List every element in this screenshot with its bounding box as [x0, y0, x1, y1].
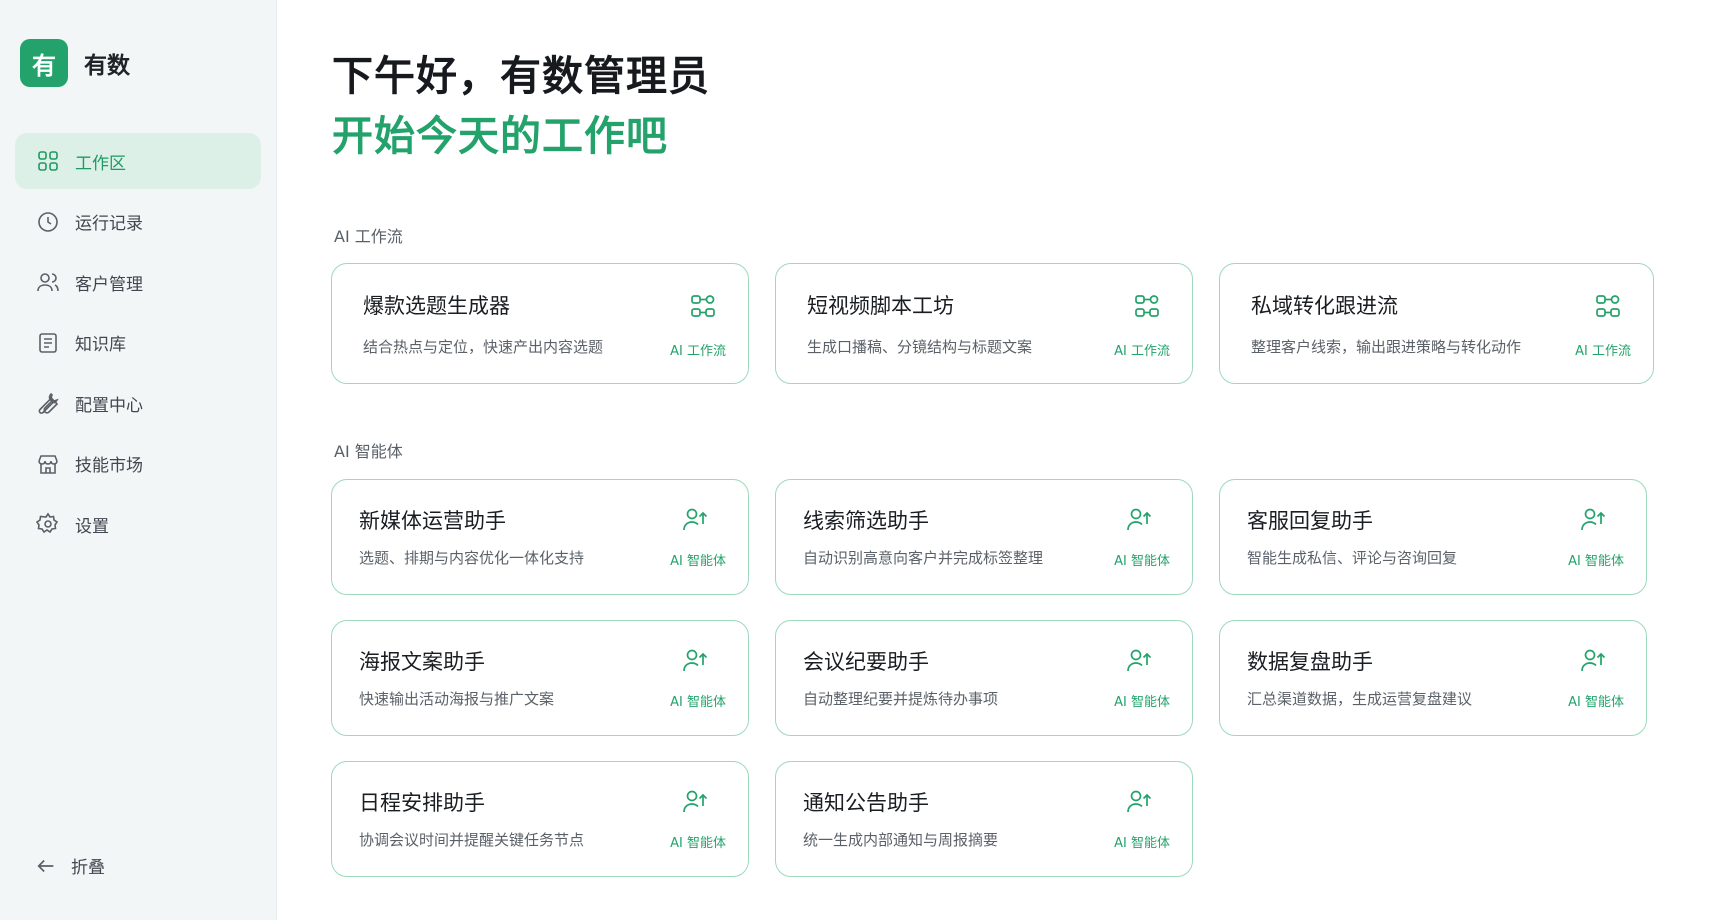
agent-user-icon: [1124, 504, 1154, 534]
clock-icon: [35, 209, 61, 235]
card-type-tag: AI 工作流: [670, 344, 726, 359]
card-title: 通知公告助手: [803, 791, 929, 815]
agent-card[interactable]: 海报文案助手快速输出活动海报与推广文案 AI 智能体: [331, 620, 749, 736]
agent-user-icon: [1124, 645, 1154, 675]
card-title: 新媒体运营助手: [359, 509, 506, 533]
gear-icon: [35, 511, 61, 537]
sidebar-item-label: 工作区: [75, 153, 126, 174]
card-description: 汇总渠道数据，生成运营复盘建议: [1247, 690, 1473, 708]
sidebar-item-label: 客户管理: [75, 274, 143, 295]
card-description: 自动整理纪要并提炼待办事项: [803, 690, 999, 708]
sidebar-nav: 工作区 运行记录 客户管理 知识库 配置中心 技能市场 设置: [15, 133, 261, 557]
users-icon: [35, 269, 61, 295]
workflow-icon: [688, 291, 718, 321]
brand[interactable]: 有 有数: [20, 39, 130, 87]
sidebar-item-config-center[interactable]: 配置中心: [15, 375, 261, 431]
collapse-label: 折叠: [71, 858, 105, 878]
agent-card[interactable]: 会议纪要助手自动整理纪要并提炼待办事项 AI 智能体: [775, 620, 1193, 736]
card-description: 协调会议时间并提醒关键任务节点: [359, 831, 585, 849]
sidebar-item-run-history[interactable]: 运行记录: [15, 194, 261, 250]
document-icon: [35, 330, 61, 356]
main-content: 下午好，有数管理员 开始今天的工作吧 AI 工作流 爆款选题生成器结合热点与定位…: [277, 0, 1710, 920]
agent-user-icon: [680, 645, 710, 675]
workflow-card[interactable]: 短视频脚本工坊生成口播稿、分镜结构与标题文案 AI 工作流: [775, 263, 1193, 384]
card-title: 数据复盘助手: [1247, 650, 1373, 674]
workflow-icon: [1132, 291, 1162, 321]
card-description: 整理客户线索，输出跟进策略与转化动作: [1251, 338, 1522, 356]
sidebar: 有 有数 工作区 运行记录 客户管理 知识库 配置中心 技能市场 设置 折叠: [0, 0, 277, 920]
sidebar-item-label: 知识库: [75, 335, 126, 355]
card-type-tag: AI 智能体: [1568, 554, 1624, 569]
workflow-card[interactable]: 爆款选题生成器结合热点与定位，快速产出内容选题 AI 工作流: [331, 263, 749, 384]
card-title: 日程安排助手: [359, 791, 485, 815]
agent-card[interactable]: 日程安排助手协调会议时间并提醒关键任务节点 AI 智能体: [331, 761, 749, 877]
sidebar-item-label: 设置: [75, 516, 109, 537]
card-type-tag: AI 智能体: [1114, 836, 1170, 851]
card-description: 结合热点与定位，快速产出内容选题: [363, 338, 604, 356]
card-type-tag: AI 智能体: [670, 836, 726, 851]
card-title: 客服回复助手: [1247, 509, 1373, 533]
page-title: 下午好，有数管理员: [332, 52, 710, 100]
workflow-card[interactable]: 私域转化跟进流整理客户线索，输出跟进策略与转化动作 AI 工作流: [1219, 263, 1654, 384]
collapse-button[interactable]: 折叠: [35, 853, 105, 878]
section-title-agents: AI 智能体: [334, 442, 403, 461]
agent-user-icon: [680, 786, 710, 816]
sidebar-item-settings[interactable]: 设置: [15, 496, 261, 552]
brand-logo: 有: [20, 39, 68, 87]
card-title: 私域转化跟进流: [1251, 294, 1398, 318]
arrow-left-icon: [37, 859, 54, 872]
card-type-tag: AI 智能体: [1568, 695, 1624, 710]
agent-user-icon: [680, 504, 710, 534]
agent-user-icon: [1578, 645, 1608, 675]
grid-icon: [35, 148, 61, 174]
card-description: 快速输出活动海报与推广文案: [359, 690, 555, 708]
card-title: 短视频脚本工坊: [807, 294, 954, 318]
sidebar-item-knowledge-base[interactable]: 知识库: [15, 315, 261, 371]
card-description: 统一生成内部通知与周报摘要: [803, 831, 999, 849]
agent-user-icon: [1124, 786, 1154, 816]
sidebar-item-label: 技能市场: [75, 456, 143, 476]
card-type-tag: AI 智能体: [670, 695, 726, 710]
card-description: 生成口播稿、分镜结构与标题文案: [807, 338, 1033, 356]
page-subtitle: 开始今天的工作吧: [332, 112, 668, 160]
agent-card[interactable]: 新媒体运营助手选题、排期与内容优化一体化支持 AI 智能体: [331, 479, 749, 595]
card-type-tag: AI 智能体: [1114, 554, 1170, 569]
card-description: 自动识别高意向客户并完成标签整理: [803, 549, 1044, 567]
sidebar-item-customers[interactable]: 客户管理: [15, 254, 261, 310]
card-title: 海报文案助手: [359, 650, 485, 674]
agent-card[interactable]: 客服回复助手智能生成私信、评论与咨询回复 AI 智能体: [1219, 479, 1647, 595]
card-type-tag: AI 工作流: [1114, 344, 1170, 359]
card-title: 线索筛选助手: [803, 509, 929, 533]
workflow-icon: [1593, 291, 1623, 321]
agent-card[interactable]: 线索筛选助手自动识别高意向客户并完成标签整理 AI 智能体: [775, 479, 1193, 595]
agent-user-icon: [1578, 504, 1608, 534]
card-description: 智能生成私信、评论与咨询回复: [1247, 549, 1458, 567]
card-description: 选题、排期与内容优化一体化支持: [359, 549, 585, 567]
wrench-icon: [35, 390, 61, 416]
sidebar-item-workspace[interactable]: 工作区: [15, 133, 261, 189]
card-type-tag: AI 智能体: [1114, 695, 1170, 710]
agent-card[interactable]: 数据复盘助手汇总渠道数据，生成运营复盘建议 AI 智能体: [1219, 620, 1647, 736]
sidebar-item-skill-market[interactable]: 技能市场: [15, 436, 261, 492]
card-title: 爆款选题生成器: [363, 294, 510, 318]
brand-name: 有数: [84, 53, 130, 79]
card-type-tag: AI 智能体: [670, 554, 726, 569]
sidebar-item-label: 配置中心: [75, 395, 143, 416]
card-type-tag: AI 工作流: [1575, 344, 1631, 359]
section-title-workflows: AI 工作流: [334, 227, 403, 246]
sidebar-item-label: 运行记录: [75, 214, 143, 234]
agent-card[interactable]: 通知公告助手统一生成内部通知与周报摘要 AI 智能体: [775, 761, 1193, 877]
store-icon: [35, 451, 61, 477]
card-title: 会议纪要助手: [803, 650, 929, 674]
